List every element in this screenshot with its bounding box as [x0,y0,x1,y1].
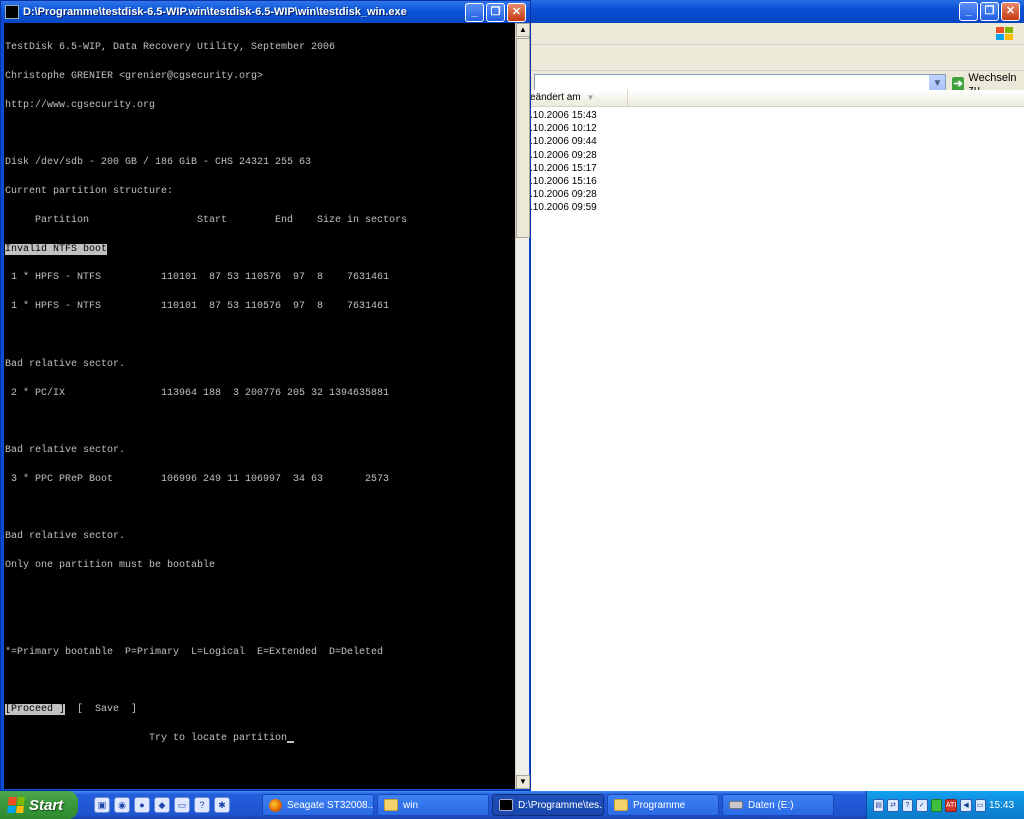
network-icon[interactable]: ▤ [873,798,885,812]
scroll-down-icon[interactable]: ▼ [516,775,530,789]
console-icon [5,5,19,19]
task-label: Daten (E:) [748,799,794,811]
network-icon[interactable]: ◆ [154,797,170,813]
security-icon[interactable]: ✓ [916,798,928,812]
explorer-window: _ ❐ ✕ ▼ ➔ Wechseln zu eändert am▼ .10.20… [527,0,1024,791]
drive-icon [729,801,743,809]
start-label: Start [29,796,64,814]
legend-line: *=Primary bootable P=Primary L=Logical E… [5,646,384,658]
explorer-minimize-button[interactable]: _ [959,2,978,21]
list-item[interactable]: .10.2006 09:59 [528,201,597,214]
explorer-maximize-button[interactable]: ❐ [980,2,999,21]
partition-row[interactable]: 2 * PC/IX 113964 188 3 200776 205 32 139… [5,388,515,399]
console-screen[interactable]: TestDisk 6.5-WIP, Data Recovery Utility,… [4,23,515,789]
scroll-thumb[interactable] [516,38,530,238]
partition-row[interactable]: 1 * HPFS - NTFS 110101 87 53 110576 97 8… [5,273,515,283]
gear-icon[interactable]: ✱ [214,797,230,813]
console-line: Current partition structure: [5,186,174,198]
file-list: .10.2006 15:43 .10.2006 10:12 .10.2006 0… [528,109,597,215]
help-icon[interactable]: ? [901,798,914,812]
monitor-icon[interactable]: ▭ [174,797,190,813]
window-title: D:\Programme\testdisk-6.5-WIP.win\testdi… [23,6,407,18]
console-icon [499,799,513,811]
task-label: win [403,799,419,811]
taskbar-item-seagate[interactable]: Seagate ST32008... [262,794,374,816]
taskbar-item-programme[interactable]: Programme [607,794,719,816]
console-line: Partition Start End Size in sectors [5,214,408,226]
desktop-icon[interactable]: ▣ [94,797,110,813]
console-line: Bad relative sector. [5,445,126,457]
explorer-close-button[interactable]: ✕ [1001,2,1020,21]
sort-down-icon: ▼ [586,93,595,102]
column-header-empty [628,90,1024,107]
save-button[interactable]: [ Save ] [65,704,137,715]
task-label: Programme [633,799,686,811]
firefox-icon[interactable]: ● [134,797,150,813]
explorer-titlebar[interactable]: _ ❐ ✕ [528,0,1024,23]
windows-logo-icon [996,27,1013,40]
windows-logo-icon [7,797,25,813]
clock[interactable]: 15:43 [989,800,1014,811]
list-item[interactable]: .10.2006 15:17 [528,162,597,175]
vertical-scrollbar[interactable]: ▲ ▼ [515,23,530,789]
maximize-button[interactable]: ❐ [486,3,505,22]
taskbar-item-testdisk[interactable]: D:\Programme\tes... [492,794,604,816]
proceed-button[interactable]: [Proceed ] [5,704,66,716]
folder-icon [384,799,398,811]
column-header-label: eändert am [530,92,581,103]
console-line: Disk /dev/sdb - 200 GB / 186 GiB - CHS 2… [5,157,312,169]
globe-icon[interactable]: ◉ [114,797,130,813]
help-icon[interactable]: ? [194,797,210,813]
arrow-right-icon: ➔ [952,76,965,91]
close-button[interactable]: ✕ [507,3,526,22]
minimize-button[interactable]: _ [465,3,484,22]
task-label: Seagate ST32008... [287,799,374,811]
list-item[interactable]: .10.2006 09:28 [528,188,597,201]
explorer-menubar [528,23,1024,45]
column-header-modified[interactable]: eändert am ▼ [528,90,628,107]
firefox-icon [269,798,282,812]
list-item[interactable]: .10.2006 09:44 [528,135,597,148]
status-prompt: Try to locate partition [5,732,288,744]
scroll-up-icon[interactable]: ▲ [516,23,530,37]
quick-launch: ▣ ◉ ● ◆ ▭ ? ✱ [94,797,262,813]
monitor-icon[interactable]: ▭ [974,798,986,812]
taskbar-item-win[interactable]: win [377,794,489,816]
text-cursor [287,740,295,743]
list-item[interactable]: .10.2006 10:12 [528,122,597,135]
task-label: D:\Programme\tes... [518,799,604,811]
list-item[interactable]: .10.2006 15:43 [528,109,597,122]
taskbar: Start ▣ ◉ ● ◆ ▭ ? ✱ Seagate ST32008... w… [0,791,1024,819]
volume-icon[interactable]: ◀ [960,798,972,812]
partition-row[interactable]: 1 * HPFS - NTFS 110101 87 53 110576 97 8… [5,302,515,312]
list-item[interactable]: .10.2006 09:28 [528,149,597,162]
start-button[interactable]: Start [0,791,78,819]
explorer-toolbar [528,45,1024,71]
taskbar-item-daten[interactable]: Daten (E:) [722,794,834,816]
console-line: Christophe GRENIER <grenier@cgsecurity.o… [5,70,264,82]
partition-row[interactable]: 3 * PPC PReP Boot 106996 249 11 106997 3… [5,475,515,485]
system-tray: ▤ ⇄ ? ✓ ATI ◀ ▭ 15:43 [866,791,1024,819]
ati-icon[interactable]: ATI [944,798,958,812]
battery-icon[interactable] [930,798,942,812]
folder-icon [614,799,628,811]
console-line: Bad relative sector. [5,358,126,370]
console-line: Only one partition must be bootable [5,560,216,572]
console-window: D:\Programme\testdisk-6.5-WIP.win\testdi… [0,0,531,791]
list-item[interactable]: .10.2006 15:16 [528,175,597,188]
safely-remove-icon[interactable]: ⇄ [887,798,899,812]
console-titlebar[interactable]: D:\Programme\testdisk-6.5-WIP.win\testdi… [1,1,530,23]
console-line: Bad relative sector. [5,531,126,543]
selected-line-highlight: Invalid NTFS boot [5,243,108,255]
console-line: http://www.cgsecurity.org [5,99,156,111]
console-line: TestDisk 6.5-WIP, Data Recovery Utility,… [5,42,336,54]
